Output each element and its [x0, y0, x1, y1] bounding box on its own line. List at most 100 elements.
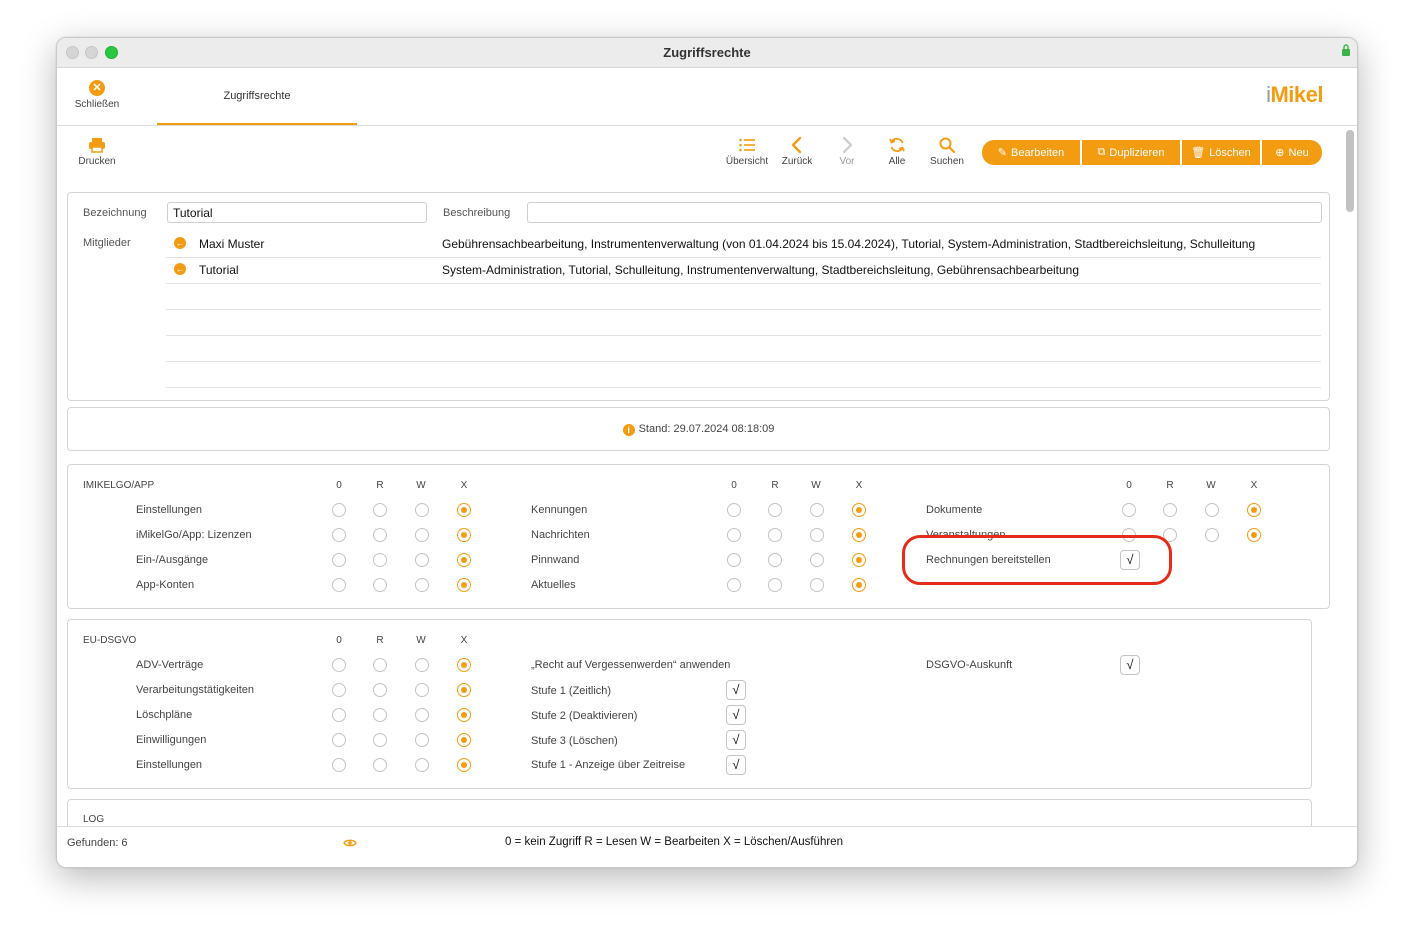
- radio-0[interactable]: [332, 758, 346, 772]
- radio-0[interactable]: [332, 503, 346, 517]
- arrow-left-circle-icon[interactable]: ←: [174, 237, 186, 249]
- col-header-x: X: [460, 480, 468, 491]
- radio-w[interactable]: [415, 578, 429, 592]
- radio-w[interactable]: [415, 733, 429, 747]
- zeitreise-checkbox[interactable]: √: [726, 755, 746, 775]
- radio-w[interactable]: [415, 503, 429, 517]
- radio-0[interactable]: [332, 733, 346, 747]
- member-row[interactable]: ← Tutorial System-Administration, Tutori…: [166, 257, 1321, 284]
- trash-icon: 🗑︎: [1191, 147, 1206, 159]
- auskunft-checkbox[interactable]: √: [1120, 655, 1140, 675]
- radio-w[interactable]: [1205, 528, 1219, 542]
- forward-button[interactable]: Vor: [820, 136, 874, 167]
- radio-w[interactable]: [810, 578, 824, 592]
- radio-x[interactable]: [457, 733, 471, 747]
- radio-w[interactable]: [810, 503, 824, 517]
- radio-x[interactable]: [1247, 503, 1261, 517]
- radio-r[interactable]: [768, 503, 782, 517]
- search-button[interactable]: Suchen: [920, 136, 974, 167]
- radio-x[interactable]: [852, 503, 866, 517]
- permission-label: Einstellungen: [136, 759, 203, 771]
- stufe3-checkbox[interactable]: √: [726, 730, 746, 750]
- radio-x[interactable]: [457, 658, 471, 672]
- new-button[interactable]: ⊕ Neu: [1262, 140, 1322, 165]
- radio-0[interactable]: [727, 503, 741, 517]
- radio-r[interactable]: [373, 758, 387, 772]
- radio-w[interactable]: [415, 553, 429, 567]
- radio-w[interactable]: [810, 528, 824, 542]
- radio-0[interactable]: [332, 528, 346, 542]
- description-field[interactable]: [527, 202, 1322, 223]
- radio-x[interactable]: [457, 528, 471, 542]
- duplicate-label: Duplizieren: [1109, 146, 1165, 159]
- radio-x[interactable]: [852, 553, 866, 567]
- radio-r[interactable]: [373, 683, 387, 697]
- radio-w[interactable]: [810, 553, 824, 567]
- eye-icon[interactable]: [343, 838, 357, 848]
- duplicate-button[interactable]: ⧉ Duplizieren: [1082, 140, 1180, 165]
- overview-label: Übersicht: [725, 156, 769, 167]
- radio-x[interactable]: [852, 528, 866, 542]
- permission-label: Ein-/Ausgänge: [136, 554, 209, 566]
- radio-0[interactable]: [332, 578, 346, 592]
- radio-r[interactable]: [373, 503, 387, 517]
- radio-0[interactable]: [727, 578, 741, 592]
- radio-0[interactable]: [332, 553, 346, 567]
- radio-r[interactable]: [768, 578, 782, 592]
- radio-w[interactable]: [415, 658, 429, 672]
- overview-button[interactable]: Übersicht: [720, 136, 774, 167]
- radio-r[interactable]: [373, 658, 387, 672]
- radio-x[interactable]: [457, 758, 471, 772]
- radio-0[interactable]: [1122, 503, 1136, 517]
- stufe2-checkbox[interactable]: √: [726, 705, 746, 725]
- radio-w[interactable]: [415, 708, 429, 722]
- radio-r[interactable]: [1163, 503, 1177, 517]
- close-button[interactable]: ✕ Schließen: [69, 80, 125, 110]
- print-label: Drucken: [78, 156, 116, 167]
- radio-r[interactable]: [373, 708, 387, 722]
- col-header-0: 0: [336, 480, 342, 491]
- radio-0[interactable]: [727, 553, 741, 567]
- radio-r[interactable]: [768, 553, 782, 567]
- name-field[interactable]: Tutorial: [167, 202, 427, 223]
- member-row[interactable]: ← Maxi Muster Gebührensachbearbeitung, I…: [166, 231, 1321, 258]
- radio-0[interactable]: [332, 708, 346, 722]
- all-button[interactable]: Alle: [870, 136, 924, 167]
- radio-w[interactable]: [1205, 503, 1219, 517]
- radio-0[interactable]: [727, 528, 741, 542]
- radio-w[interactable]: [415, 528, 429, 542]
- stufe1-checkbox[interactable]: √: [726, 680, 746, 700]
- permission-label: Stufe 3 (Löschen): [531, 735, 618, 747]
- radio-w[interactable]: [415, 683, 429, 697]
- edit-button[interactable]: ✎ Bearbeiten: [982, 140, 1080, 165]
- radio-x[interactable]: [1247, 528, 1261, 542]
- radio-x[interactable]: [457, 708, 471, 722]
- tab-zugriffsrechte[interactable]: Zugriffsrechte: [157, 68, 357, 125]
- delete-button[interactable]: 🗑︎ Löschen: [1182, 140, 1260, 165]
- permission-label: Stufe 1 - Anzeige über Zeitreise: [531, 759, 686, 771]
- radio-x[interactable]: [457, 503, 471, 517]
- radio-x[interactable]: [457, 578, 471, 592]
- radio-w[interactable]: [415, 758, 429, 772]
- vertical-scrollbar[interactable]: [1346, 130, 1354, 212]
- radio-x[interactable]: [457, 553, 471, 567]
- print-button[interactable]: Drucken: [70, 136, 124, 167]
- radio-r[interactable]: [373, 733, 387, 747]
- radio-0[interactable]: [332, 683, 346, 697]
- back-button[interactable]: Zurück: [770, 136, 824, 167]
- radio-r[interactable]: [768, 528, 782, 542]
- radio-0[interactable]: [332, 658, 346, 672]
- radio-r[interactable]: [373, 578, 387, 592]
- back-label: Zurück: [781, 156, 813, 167]
- col-header-r: R: [771, 480, 779, 491]
- radio-x[interactable]: [457, 683, 471, 697]
- radio-r[interactable]: [373, 553, 387, 567]
- log-title: LOG: [83, 814, 105, 825]
- permission-label: Verarbeitungstätigkeiten: [136, 684, 255, 696]
- col-header-r: R: [1166, 480, 1174, 491]
- radio-x[interactable]: [852, 578, 866, 592]
- radio-r[interactable]: [373, 528, 387, 542]
- pencil-icon: ✎: [997, 147, 1007, 159]
- dsgvo-title: EU-DSGVO: [83, 635, 137, 646]
- arrow-left-circle-icon[interactable]: ←: [174, 263, 186, 275]
